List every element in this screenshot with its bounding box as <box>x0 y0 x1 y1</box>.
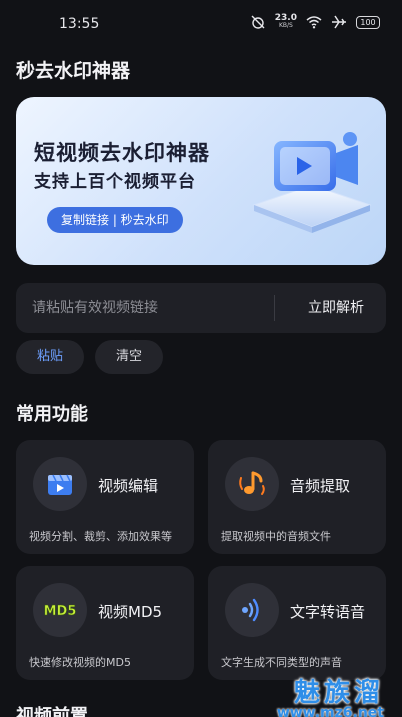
watermark-logo-text: 魅族溜 <box>293 678 384 708</box>
music-note-icon <box>239 471 265 495</box>
feature-desc: 快速修改视频的MD5 <box>29 656 131 669</box>
feature-icon-circle <box>33 457 87 511</box>
watermark-url: www.mz6.net <box>276 705 384 717</box>
banner-chip: 复制链接 | 秒去水印 <box>47 207 183 233</box>
feature-icon-circle <box>225 583 279 637</box>
battery-level: 100 <box>360 17 376 27</box>
feature-icon-circle <box>225 457 279 511</box>
status-bar: 13:55 23.0 KB/S 100 <box>0 0 402 48</box>
feature-desc: 文字生成不同类型的声音 <box>221 656 342 669</box>
feature-card-text-to-speech[interactable]: 文字转语音 文字生成不同类型的声音 <box>208 566 386 680</box>
promo-banner[interactable]: 短视频去水印神器 支持上百个视频平台 复制链接 | 秒去水印 <box>16 97 386 265</box>
feature-icon-circle: MD5 <box>33 583 87 637</box>
feature-card-video-md5[interactable]: MD5 视频MD5 快速修改视频的MD5 <box>16 566 194 680</box>
alarm-off-icon <box>251 15 265 29</box>
clear-button[interactable]: 清空 <box>95 340 163 374</box>
status-time: 13:55 <box>59 16 100 32</box>
net-speed-unit: KB/S <box>278 22 293 29</box>
wifi-icon <box>306 16 322 29</box>
feature-card-audio-extract[interactable]: 音频提取 提取视频中的音频文件 <box>208 440 386 554</box>
section-title: 常用功能 <box>16 404 88 425</box>
feature-desc: 视频分割、裁剪、添加效果等 <box>29 530 172 543</box>
parse-button[interactable]: 立即解析 <box>286 283 386 333</box>
url-input-box: 立即解析 <box>16 283 386 333</box>
url-divider <box>274 295 275 321</box>
bottom-section-heading: 视频前置 <box>16 706 88 717</box>
banner-headline: 短视频去水印神器 <box>34 141 210 165</box>
feature-title: 文字转语音 <box>290 603 366 621</box>
video-url-input[interactable] <box>32 283 272 333</box>
video-edit-icon <box>48 474 72 495</box>
paste-button[interactable]: 粘贴 <box>16 340 84 374</box>
net-speed: 23.0 KB/S <box>275 14 297 30</box>
airplane-icon <box>332 15 346 29</box>
battery-icon: 100 <box>356 15 380 29</box>
feature-title: 视频编辑 <box>98 477 159 495</box>
video-camera-illustration-icon <box>252 132 372 233</box>
app-title: 秒去水印神器 <box>16 60 131 82</box>
feature-title: 音频提取 <box>290 477 351 495</box>
md5-icon-text: MD5 <box>44 604 77 619</box>
status-icons: 23.0 KB/S 100 <box>250 14 380 30</box>
feature-card-video-edit[interactable]: 视频编辑 视频分割、裁剪、添加效果等 <box>16 440 194 554</box>
site-watermark: 魅族溜 www.mz6.net <box>277 672 384 717</box>
md5-icon: MD5 <box>43 604 77 620</box>
banner-subheadline: 支持上百个视频平台 <box>34 172 196 192</box>
net-speed-value: 23.0 <box>274 13 297 23</box>
feature-title: 视频MD5 <box>98 603 163 621</box>
feature-desc: 提取视频中的音频文件 <box>221 530 331 543</box>
sound-wave-icon <box>242 598 259 622</box>
